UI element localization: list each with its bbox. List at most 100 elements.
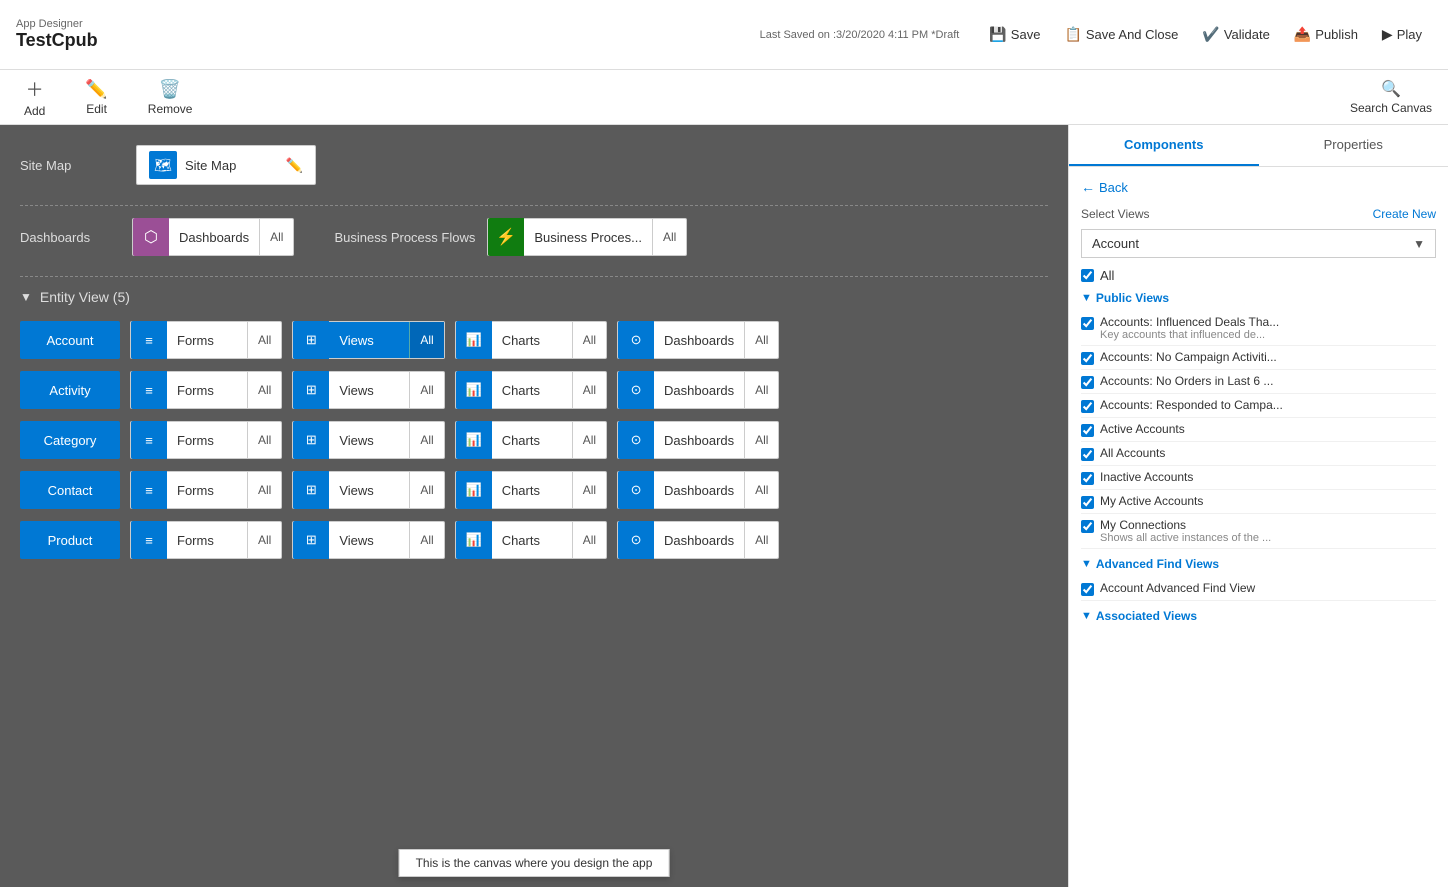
entity-name-button[interactable]: Category [20,421,120,459]
charts-label: Charts [492,533,572,548]
view-item: Accounts: No Orders in Last 6 ... [1081,370,1436,394]
view-checkbox[interactable] [1081,317,1094,330]
play-button[interactable]: ▶ Play [1372,22,1432,47]
edit-toolbar-item[interactable]: ✏️ Edit [77,75,115,120]
account-dropdown[interactable]: Account ▼ [1081,229,1436,258]
charts-all[interactable]: All [572,422,606,458]
charts-all[interactable]: All [572,372,606,408]
charts-label: Charts [492,433,572,448]
forms-all[interactable]: All [247,472,281,508]
validate-button[interactable]: ✔️ Validate [1192,22,1279,47]
charts-all[interactable]: All [572,322,606,358]
public-views-label: Public Views [1096,291,1169,305]
tab-components[interactable]: Components [1069,125,1259,166]
dashboards-entity-card[interactable]: ⊙ Dashboards All [617,321,779,359]
view-checkbox[interactable] [1081,472,1094,485]
advanced-view-item: Account Advanced Find View [1081,577,1436,601]
charts-all[interactable]: All [572,472,606,508]
dashboards-all[interactable]: All [259,219,293,255]
view-checkbox[interactable] [1081,496,1094,509]
advanced-view-checkbox[interactable] [1081,583,1094,596]
associated-views-header[interactable]: ▼ Associated Views [1081,609,1436,623]
dashboards-entity-card[interactable]: ⊙ Dashboards All [617,371,779,409]
view-checkbox[interactable] [1081,424,1094,437]
entity-row: Account ≡ Forms All ⊞ Views All 📊 Charts… [20,321,1048,359]
site-map-card[interactable]: 🗺 Site Map ✏️ [136,145,316,185]
main-area: Site Map 🗺 Site Map ✏️ Dashboards ⬡ Dash… [0,125,1448,887]
search-icon: 🔍 [1381,79,1401,99]
views-all[interactable]: All [409,322,443,358]
views-card[interactable]: ⊞ Views All [292,421,444,459]
dashboards-icon: ⬡ [133,218,169,256]
site-map-icon: 🗺 [149,151,177,179]
view-checkbox[interactable] [1081,520,1094,533]
charts-card[interactable]: 📊 Charts All [455,421,607,459]
dashboards-entity-all[interactable]: All [744,372,778,408]
views-card[interactable]: ⊞ Views All [292,471,444,509]
views-all[interactable]: All [409,522,443,558]
save-and-close-button[interactable]: 📋 Save And Close [1054,22,1188,47]
entity-name-button[interactable]: Activity [20,371,120,409]
entity-name-button[interactable]: Product [20,521,120,559]
search-toolbar-item[interactable]: 🔍 Search Canvas [1350,79,1432,115]
all-checkbox-row: All [1081,268,1436,283]
views-card[interactable]: ⊞ Views All [292,521,444,559]
forms-card[interactable]: ≡ Forms All [130,471,282,509]
view-checkbox[interactable] [1081,352,1094,365]
charts-card[interactable]: 📊 Charts All [455,321,607,359]
dashboards-entity-card[interactable]: ⊙ Dashboards All [617,471,779,509]
dashboards-entity-all[interactable]: All [744,522,778,558]
save-button[interactable]: 💾 Save [979,22,1050,47]
views-card[interactable]: ⊞ Views All [292,371,444,409]
remove-toolbar-item[interactable]: 🗑️ Remove [140,75,201,120]
entity-name-button[interactable]: Contact [20,471,120,509]
tab-properties[interactable]: Properties [1259,125,1448,166]
forms-label: Forms [167,383,247,398]
bpf-all[interactable]: All [652,219,686,255]
public-views-section: ▼ Public Views Accounts: Influenced Deal… [1081,291,1436,549]
charts-card[interactable]: 📊 Charts All [455,521,607,559]
view-name: Accounts: Responded to Campa... [1100,398,1283,412]
forms-all[interactable]: All [247,422,281,458]
view-item: Accounts: Influenced Deals Tha... Key ac… [1081,311,1436,346]
dashboards-card[interactable]: ⬡ Dashboards All [132,218,294,256]
dashboards-entity-all[interactable]: All [744,422,778,458]
forms-card[interactable]: ≡ Forms All [130,371,282,409]
view-name: My Connections [1100,518,1271,532]
forms-all[interactable]: All [247,322,281,358]
charts-card[interactable]: 📊 Charts All [455,371,607,409]
forms-card[interactable]: ≡ Forms All [130,321,282,359]
view-checkbox[interactable] [1081,448,1094,461]
advanced-find-header[interactable]: ▼ Advanced Find Views [1081,557,1436,571]
view-checkbox[interactable] [1081,376,1094,389]
all-checkbox[interactable] [1081,269,1094,282]
views-card[interactable]: ⊞ Views All [292,321,444,359]
forms-card[interactable]: ≡ Forms All [130,421,282,459]
views-all[interactable]: All [409,372,443,408]
bpf-card[interactable]: ⚡ Business Proces... All [487,218,687,256]
dashboards-entity-card[interactable]: ⊙ Dashboards All [617,521,779,559]
site-map-edit-icon[interactable]: ✏️ [286,157,303,174]
charts-all[interactable]: All [572,522,606,558]
views-all[interactable]: All [409,472,443,508]
views-all[interactable]: All [409,422,443,458]
dashboards-entity-all[interactable]: All [744,322,778,358]
entity-header[interactable]: ▼ Entity View (5) [20,289,1048,305]
create-new-link[interactable]: Create New [1373,207,1436,221]
view-checkbox[interactable] [1081,400,1094,413]
entity-name-button[interactable]: Account [20,321,120,359]
associated-views-label: Associated Views [1096,609,1197,623]
charts-icon: 📊 [456,471,492,509]
public-views-chevron-icon: ▼ [1081,292,1092,304]
forms-card[interactable]: ≡ Forms All [130,521,282,559]
dashboards-entity-card[interactable]: ⊙ Dashboards All [617,421,779,459]
forms-all[interactable]: All [247,372,281,408]
divider-2 [20,276,1048,277]
forms-all[interactable]: All [247,522,281,558]
public-views-header[interactable]: ▼ Public Views [1081,291,1436,305]
publish-button[interactable]: 📤 Publish [1284,22,1368,47]
dashboards-entity-all[interactable]: All [744,472,778,508]
charts-card[interactable]: 📊 Charts All [455,471,607,509]
add-toolbar-item[interactable]: ＋ Add [16,72,53,122]
back-button[interactable]: ← Back [1081,179,1436,195]
